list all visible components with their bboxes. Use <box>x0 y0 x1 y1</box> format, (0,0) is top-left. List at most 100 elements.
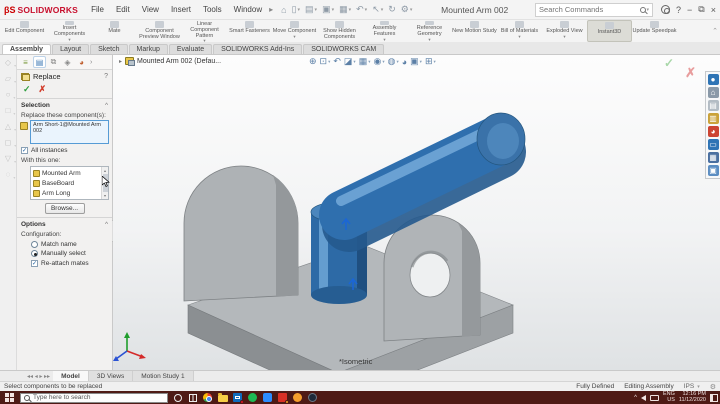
displaymanager-tab-icon[interactable]: ◕ <box>75 56 88 68</box>
left-toolbar-icon[interactable]: ◇ <box>5 59 16 71</box>
app-orange-icon[interactable] <box>292 392 303 403</box>
configurationmanager-tab-icon[interactable]: ⧉ <box>47 56 60 68</box>
ribbon-show-hidden[interactable]: Show Hidden Components <box>317 20 362 42</box>
menu-tools[interactable]: Tools <box>198 3 227 16</box>
left-toolbar-icon[interactable]: ▱ <box>5 75 16 87</box>
manually-select-radio[interactable] <box>31 250 38 257</box>
match-name-option[interactable]: Match name <box>17 239 112 248</box>
scroll-up-icon[interactable]: ▴ <box>104 168 106 173</box>
ribbon-collapse-icon[interactable]: ⌃ <box>712 27 718 35</box>
collapse-selection-icon[interactable]: ^ <box>105 102 108 109</box>
reattach-mates-row[interactable]: ✓ Re-attach mates <box>17 257 112 268</box>
home-icon[interactable]: ⌂ <box>279 4 288 16</box>
left-toolbar-icon[interactable]: ▽ <box>5 155 16 167</box>
command-search[interactable]: ▾ <box>535 2 654 17</box>
menu-edit[interactable]: Edit <box>111 3 135 16</box>
left-toolbar-icon[interactable]: ◻ <box>5 139 16 151</box>
mail-icon[interactable] <box>232 392 244 404</box>
restore-button[interactable]: ⧉ <box>698 4 704 15</box>
replacement-part-list[interactable]: Mounted Arm BaseBoard Arm Long ▴ ▾ <box>30 166 110 200</box>
ribbon-reference-geometry[interactable]: Reference Geometry ▾ <box>407 20 452 42</box>
print-icon[interactable]: ▦ ▾ <box>337 3 353 16</box>
ribbon-linear-pattern[interactable]: Linear Component Pattern ▾ <box>182 20 227 42</box>
save-icon[interactable]: ▣ ▾ <box>320 3 336 16</box>
ribbon-exploded-view[interactable]: Exploded View ▾ <box>542 20 587 42</box>
left-toolbar-icon[interactable]: □ <box>6 107 16 119</box>
chrome-icon[interactable] <box>202 392 213 403</box>
menu-insert[interactable]: Insert <box>166 3 196 16</box>
tab-sketch[interactable]: Sketch <box>90 44 128 54</box>
taskbar-clock[interactable]: 12:16 PM 11/12/2020 <box>679 391 706 403</box>
manually-select-option[interactable]: Manually select <box>17 248 112 257</box>
touch-keyboard-icon[interactable] <box>649 394 659 401</box>
help-icon[interactable]: ? <box>676 5 681 15</box>
ribbon-component-preview[interactable]: Component Preview Window <box>137 20 182 42</box>
all-instances-checkbox[interactable]: ✓ <box>21 147 28 154</box>
ribbon-edit-component[interactable]: Edit Component <box>2 20 47 42</box>
list-item[interactable]: Arm Long <box>31 188 101 198</box>
search-caret-icon[interactable]: ▾ <box>647 7 650 13</box>
file-explorer-icon[interactable] <box>217 392 228 403</box>
left-toolbar-icon[interactable]: ○ <box>6 91 16 103</box>
ribbon-assembly-features[interactable]: Assembly Features ▾ <box>362 20 407 42</box>
menu-window[interactable]: Window <box>229 3 267 16</box>
account-icon[interactable] <box>661 5 671 14</box>
selection-group-header[interactable]: Selection ^ <box>17 99 112 110</box>
tab-motion-study[interactable]: Motion Study 1 <box>133 371 194 381</box>
app-blue-icon[interactable] <box>262 392 273 403</box>
model-viewport[interactable] <box>113 55 719 370</box>
match-name-radio[interactable] <box>31 241 38 248</box>
app-red-icon[interactable] <box>277 392 289 404</box>
replace-selection-box[interactable]: Arm Short-1@Mounted Arm 002 <box>30 120 109 144</box>
panel-tabs-more-icon[interactable]: › <box>90 59 92 66</box>
all-instances-row[interactable]: ✓ All instances <box>17 144 112 155</box>
rebuild-icon[interactable]: ↻ <box>386 3 398 16</box>
app-green-icon[interactable] <box>247 392 258 403</box>
panel-help-icon[interactable]: ? <box>104 73 108 80</box>
left-toolbar-icon[interactable]: ◌ <box>6 171 15 183</box>
ribbon-update-speedpak[interactable]: Update Speedpak <box>632 20 677 42</box>
ribbon-move-component[interactable]: Move Component ▾ <box>272 20 317 42</box>
task-view-icon[interactable] <box>187 392 198 403</box>
unit-system-selector[interactable]: IPS ▾ <box>684 383 700 390</box>
scroll-down-icon[interactable]: ▾ <box>104 193 106 198</box>
language-indicator[interactable]: ENG US <box>663 391 675 403</box>
graphics-area[interactable]: ▸ Mounted Arm 002 (Defau... ⊕ ⊡ ▾ ↶ ◪ ▾ ▦ ▾… <box>113 55 720 370</box>
action-center-icon[interactable] <box>710 393 718 402</box>
command-search-input[interactable] <box>539 5 640 14</box>
new-document-icon[interactable]: ▯ ▾ <box>290 3 302 16</box>
list-item[interactable]: BaseBoard <box>31 178 101 188</box>
status-options-icon[interactable]: ⚙ <box>710 383 716 391</box>
left-toolbar-icon[interactable]: △ <box>5 123 16 135</box>
options-group-header[interactable]: Options ^ <box>17 218 112 229</box>
tab-solidworks-addins[interactable]: SOLIDWORKS Add-Ins <box>213 44 303 54</box>
select-icon[interactable]: ↖ ▾ <box>370 3 385 16</box>
ribbon-new-motion-study[interactable]: New Motion Study <box>452 20 497 42</box>
dimxpertmanager-tab-icon[interactable]: ◈ <box>61 56 74 68</box>
propertymanager-tab-icon[interactable]: ▤ <box>33 56 46 68</box>
featuremanager-tab-icon[interactable]: ≡ <box>19 56 32 68</box>
ok-button[interactable]: ✓ <box>23 84 31 95</box>
options-icon[interactable]: ⚙ ▾ <box>399 3 415 16</box>
pin-menu-icon[interactable]: ▸ <box>269 5 273 14</box>
tab-3d-views[interactable]: 3D Views <box>88 371 134 381</box>
ribbon-insert-components[interactable]: Insert Components ▾ <box>47 20 92 42</box>
undo-icon[interactable]: ↶ ▾ <box>354 3 369 16</box>
ribbon-mate[interactable]: Mate <box>92 20 137 42</box>
ribbon-bill-of-materials[interactable]: Bill of Materials ▾ <box>497 20 542 42</box>
taskbar-search[interactable]: Type here to search <box>20 392 168 403</box>
close-button[interactable]: × <box>711 5 716 15</box>
reattach-mates-checkbox[interactable]: ✓ <box>31 260 38 267</box>
menu-view[interactable]: View <box>137 3 164 16</box>
collapse-options-icon[interactable]: ^ <box>105 221 108 228</box>
browse-button[interactable]: Browse... <box>44 203 85 214</box>
ribbon-smart-fasteners[interactable]: Smart Fasteners <box>227 20 272 42</box>
tab-evaluate[interactable]: Evaluate <box>168 44 213 54</box>
volume-icon[interactable] <box>640 394 646 401</box>
minimize-button[interactable]: − <box>687 5 692 15</box>
tab-nav-buttons[interactable]: ◂◂ ◂ ▸ ▸▸ <box>24 371 53 381</box>
tab-markup[interactable]: Markup <box>128 44 168 54</box>
start-button[interactable] <box>2 391 16 404</box>
tab-solidworks-cam[interactable]: SOLIDWORKS CAM <box>303 44 385 54</box>
app-dark-icon[interactable] <box>307 392 318 403</box>
